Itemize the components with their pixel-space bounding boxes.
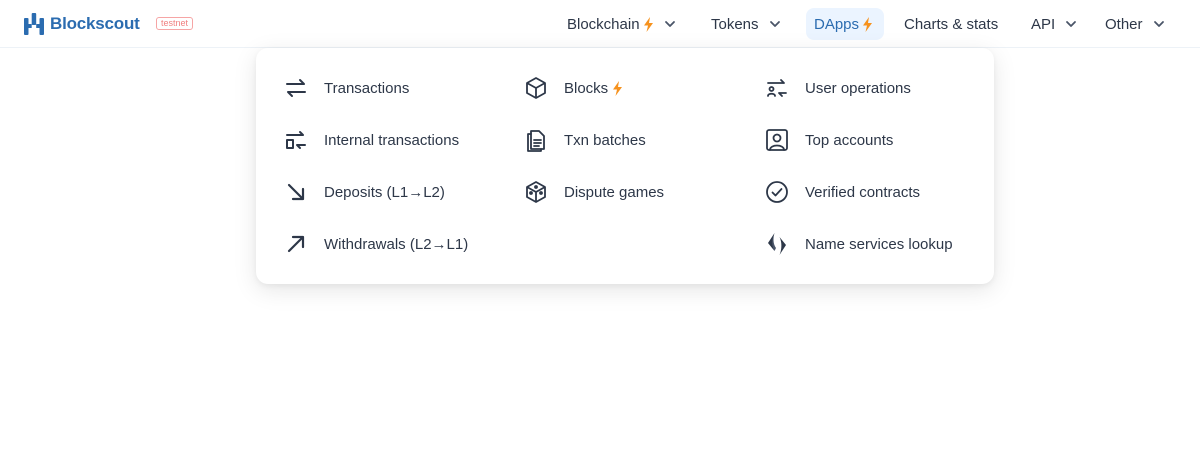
nav-blockchain-label: Blockchain xyxy=(567,15,640,33)
menu-item-label: Dispute games xyxy=(564,183,665,201)
block-icon xyxy=(526,77,546,99)
chevron-down-icon xyxy=(664,21,675,27)
nav-other[interactable]: Other xyxy=(1097,8,1174,40)
nav-blockchain[interactable]: Blockchain xyxy=(559,8,685,40)
network-badge: testnet xyxy=(156,17,194,30)
menu-item-verified-contracts[interactable]: Verified contracts xyxy=(765,176,920,208)
nav-api-label: API xyxy=(1031,15,1056,33)
blockscout-logo-icon xyxy=(24,13,44,35)
menu-item-deposits[interactable]: Deposits (L1→L2) xyxy=(284,176,445,208)
arrow-up-right-icon xyxy=(287,235,305,253)
menu-item-label: Withdrawals (L2→L1) xyxy=(324,235,469,253)
nav-other-label: Other xyxy=(1105,15,1143,33)
cube-games-icon xyxy=(526,181,546,203)
nav-charts-stats-label: Charts & stats xyxy=(904,15,999,33)
menu-item-transactions[interactable]: Transactions xyxy=(284,72,409,104)
menu-item-top-accounts[interactable]: Top accounts xyxy=(765,124,893,156)
menu-item-txn-batches[interactable]: Txn batches xyxy=(524,124,646,156)
check-circle-icon xyxy=(766,181,788,203)
menu-item-internal-transactions[interactable]: Internal transactions xyxy=(284,124,459,156)
name-services-icon xyxy=(768,233,786,255)
menu-item-withdrawals[interactable]: Withdrawals (L2→L1) xyxy=(284,228,468,260)
menu-item-label: Name services lookup xyxy=(805,235,953,253)
top-accounts-icon xyxy=(766,129,788,151)
transactions-icon xyxy=(286,79,306,97)
menu-item-label: Internal transactions xyxy=(324,131,460,149)
logo-text: Blockscout xyxy=(50,14,140,33)
menu-item-label: Txn batches xyxy=(564,131,646,149)
chevron-down-icon xyxy=(1066,21,1077,27)
menu-item-label: User operations xyxy=(805,79,911,97)
menu-item-label: Deposits (L1→L2) xyxy=(324,183,445,201)
blockscout-logo[interactable]: Blockscout xyxy=(24,13,140,35)
menu-item-name-services-lookup[interactable]: Name services lookup xyxy=(765,228,953,260)
lightning-icon xyxy=(863,16,873,32)
menu-item-label: Verified contracts xyxy=(805,183,921,201)
nav-tokens-label: Tokens xyxy=(711,15,759,33)
user-operations-icon xyxy=(767,79,787,97)
nav-tokens[interactable]: Tokens xyxy=(703,8,790,40)
blockchain-dropdown-menu: Transactions Internal transactions Depos… xyxy=(256,48,994,284)
internal-transactions-icon xyxy=(286,131,306,149)
menu-item-label: Blocks xyxy=(564,79,609,97)
menu-item-label: Transactions xyxy=(324,79,410,97)
nav-dapps-label: DApps xyxy=(814,15,860,33)
menu-item-blocks[interactable]: Blocks xyxy=(524,72,623,104)
nav-dapps[interactable]: DApps xyxy=(806,8,884,40)
lightning-icon xyxy=(643,16,653,32)
nav-charts-stats[interactable]: Charts & stats xyxy=(896,8,1006,40)
menu-item-user-operations[interactable]: User operations xyxy=(765,72,911,104)
chevron-down-icon xyxy=(1153,21,1164,27)
menu-item-dispute-games[interactable]: Dispute games xyxy=(524,176,664,208)
menu-item-label: Top accounts xyxy=(805,131,894,149)
chevron-down-icon xyxy=(769,21,780,27)
top-header: Blockscout testnet Blockchain Tokens DAp… xyxy=(0,0,1200,48)
document-icon xyxy=(527,130,545,152)
lightning-icon xyxy=(613,80,623,96)
arrow-down-right-icon xyxy=(287,183,305,201)
nav-api[interactable]: API xyxy=(1023,8,1086,40)
